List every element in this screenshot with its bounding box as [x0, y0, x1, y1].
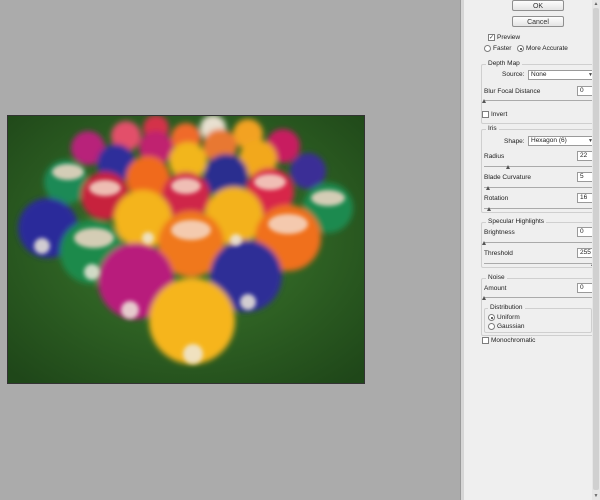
cancel-button[interactable]: Cancel — [512, 16, 564, 27]
preview-image[interactable] — [7, 115, 365, 384]
scroll-up-icon[interactable]: ▲ — [592, 0, 600, 8]
shape-select[interactable]: Hexagon (6) ▼ — [528, 136, 596, 146]
distribution-title: Distribution — [488, 304, 525, 312]
panel-scrollbar[interactable]: ▲ ▼ — [592, 0, 600, 500]
blade-curvature-track[interactable] — [484, 187, 594, 188]
preview-area — [0, 0, 460, 500]
gaussian-radio[interactable] — [488, 323, 495, 330]
amount-track[interactable] — [484, 297, 594, 298]
blur-focal-distance-label: Blur Focal Distance — [484, 88, 541, 95]
invert-checkbox[interactable] — [482, 111, 489, 118]
rotation-track[interactable] — [484, 208, 594, 209]
noise-title: Noise — [486, 274, 507, 282]
threshold-track[interactable] — [484, 263, 594, 264]
amount-thumb[interactable] — [482, 296, 486, 300]
billiard-balls-blurred-photo — [8, 116, 364, 383]
source-value: None — [531, 71, 547, 78]
radius-thumb[interactable] — [506, 165, 510, 169]
radius-label: Radius — [484, 153, 505, 160]
radius-track[interactable] — [484, 166, 594, 167]
blur-focal-distance-track[interactable] — [484, 100, 594, 101]
amount-label: Amount — [484, 285, 507, 292]
preview-label: Preview — [497, 34, 521, 41]
monochromatic-checkbox[interactable] — [482, 337, 489, 344]
preview-checkbox[interactable]: ✓ — [488, 34, 495, 41]
depth-map-title: Depth Map — [486, 60, 522, 68]
gaussian-label: Gaussian — [497, 323, 525, 330]
source-select[interactable]: None ▼ — [528, 70, 596, 80]
faster-label: Faster — [493, 45, 512, 52]
rotation-label: Rotation — [484, 195, 509, 202]
more-accurate-label: More Accurate — [526, 45, 568, 52]
shape-value: Hexagon (6) — [531, 137, 567, 144]
uniform-label: Uniform — [497, 314, 520, 321]
ok-button[interactable]: OK — [512, 0, 564, 11]
rotation-thumb[interactable] — [487, 207, 491, 211]
iris-title: Iris — [486, 125, 499, 133]
threshold-label: Threshold — [484, 250, 513, 257]
source-label: Source: — [502, 71, 525, 78]
more-accurate-radio[interactable] — [517, 45, 524, 52]
scrollbar-thumb[interactable] — [593, 8, 599, 490]
faster-radio[interactable] — [484, 45, 491, 52]
blur-settings-panel: OK Cancel ✓ Preview Faster More Accurate… — [464, 0, 600, 500]
brightness-track[interactable] — [484, 242, 594, 243]
blade-curvature-thumb[interactable] — [486, 186, 490, 190]
specular-highlights-title: Specular Highlights — [486, 218, 547, 226]
blade-curvature-label: Blade Curvature — [484, 174, 531, 181]
invert-label: Invert — [491, 111, 508, 118]
brightness-label: Brightness — [484, 229, 515, 236]
uniform-radio[interactable] — [488, 314, 495, 321]
brightness-thumb[interactable] — [482, 241, 486, 245]
monochromatic-label: Monochromatic — [491, 337, 536, 344]
scroll-down-icon[interactable]: ▼ — [592, 492, 600, 500]
shape-label: Shape: — [504, 138, 525, 145]
blur-focal-distance-thumb[interactable] — [482, 99, 486, 103]
